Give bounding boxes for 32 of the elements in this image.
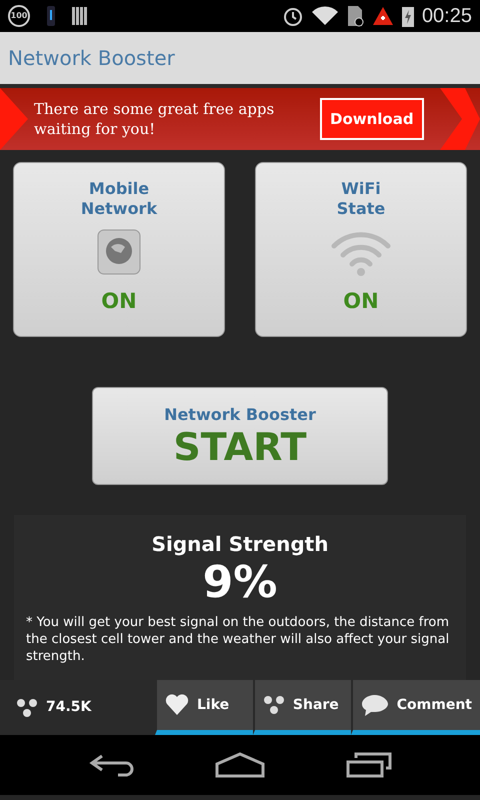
warning-icon [372,6,394,26]
clock-text: 00:25 [422,4,472,29]
arrow-icon [440,88,480,150]
wifi-icon [312,6,338,26]
signal-value: 9% [202,559,278,608]
ad-text: There are some great free apps waiting for you! [34,98,276,140]
heart-icon [165,694,189,716]
phone-icon [46,6,56,26]
share-count: 74.5K [46,698,92,717]
start-button[interactable]: Network Booster START [92,387,388,485]
like-button[interactable]: Like [155,680,253,735]
battery-icon [402,5,414,27]
status-tile[interactable]: WiFi State ON [255,162,467,337]
recent-apps-icon[interactable] [346,752,392,778]
speech-bubble-icon [360,693,389,717]
share-button[interactable]: Share [252,680,351,735]
app-title: Network Booster [8,45,175,72]
wifi-icon [330,230,392,276]
share-icon [262,695,285,715]
sd-card-icon [346,5,364,27]
barcode-icon [72,7,88,25]
status-tile[interactable]: Mobile Network ON [13,162,225,337]
back-icon[interactable] [88,752,134,778]
alarm-icon [282,5,304,27]
comment-button[interactable]: Comment [350,680,480,735]
battery-badge: 100 [8,5,30,27]
signal-note: * You will get your best signal on the outdoors, the distance from the closest cell tower and the weather will also affect your signal strength. [25,614,450,666]
share-icon [16,698,38,718]
home-icon[interactable] [214,752,265,778]
arrow-icon [0,88,28,150]
download-button[interactable]: Download [320,98,424,140]
signal-title: Signal Strength [150,531,330,558]
